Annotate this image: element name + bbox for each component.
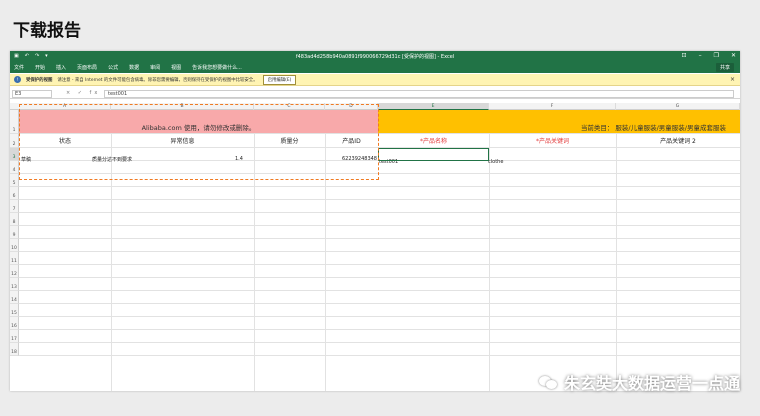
protected-view-bar: ! 受保护的视图 请注意 - 来自 Internet 的文件可能包含病毒。除非您…: [10, 74, 740, 86]
protected-view-title: 受保护的视图: [26, 77, 53, 83]
excel-window: ▣ ↶ ↷ ▾ f483ad4d258b940a0891f990066729d3…: [10, 51, 740, 391]
row-header-17[interactable]: 17: [10, 330, 19, 343]
row-header-13[interactable]: 13: [10, 278, 19, 291]
enable-editing-button[interactable]: 启用编辑(E): [262, 74, 297, 85]
column-gridline: [616, 134, 617, 391]
current-category: 当前类目： 服装/儿童服装/男童服装/男童成套服装: [580, 124, 726, 132]
title-bar: ▣ ↶ ↷ ▾ f483ad4d258b940a0891f990066729d3…: [10, 51, 740, 62]
formula-bar: E3 × ✓ fx test001: [10, 89, 740, 99]
window-controls: ⊡ – ❐ ✕: [682, 52, 736, 59]
column-header-e[interactable]: E: [378, 103, 489, 110]
row-header-9[interactable]: 9: [10, 226, 19, 239]
column-gridline: [489, 134, 490, 391]
row-gridline: [19, 238, 740, 239]
row-header-14[interactable]: 14: [10, 291, 19, 304]
row-header-4[interactable]: 4: [10, 161, 19, 174]
tell-me-search[interactable]: 告诉我您想要做什么...: [192, 64, 242, 71]
formula-buttons: × ✓ fx: [66, 90, 101, 96]
tab-insert[interactable]: 插入: [56, 64, 66, 71]
row-gridline: [19, 303, 740, 304]
watermark-text: 朱玄奘大数据运营一点通: [563, 374, 740, 393]
row-header-1[interactable]: 1: [10, 110, 19, 134]
row-gridline: [19, 277, 740, 278]
worksheet-grid[interactable]: A B C D E F G Alibaba.com 使用，请勿修改或删除。 当前…: [10, 103, 740, 391]
name-box[interactable]: E3: [12, 90, 52, 98]
header-product-name: *产品名称: [419, 138, 447, 145]
header-product-keyword-2: 产品关键词 2: [660, 138, 696, 145]
watermark: 朱玄奘大数据运营一点通: [538, 370, 740, 394]
column-header-g[interactable]: G: [616, 103, 740, 110]
tab-data[interactable]: 数据: [129, 64, 139, 71]
row-gridline: [19, 186, 740, 187]
minimize-icon[interactable]: –: [699, 52, 702, 59]
restore-icon[interactable]: ❐: [714, 52, 719, 59]
row-header-3[interactable]: 3: [10, 148, 19, 161]
tab-file[interactable]: 文件: [14, 64, 24, 71]
row-header-18[interactable]: 18: [10, 343, 19, 356]
tab-home[interactable]: 开始: [35, 64, 45, 71]
row-gridline: [19, 342, 740, 343]
row-gridline: [19, 212, 740, 213]
formula-input[interactable]: test001: [104, 90, 734, 98]
protected-view-message: 请注意 - 来自 Internet 的文件可能包含病毒。除非您需要编辑，否则保持…: [57, 77, 258, 83]
row-header-2[interactable]: 2: [10, 134, 19, 148]
row-gridline: [19, 251, 740, 252]
row-header-15[interactable]: 15: [10, 304, 19, 317]
row-header-8[interactable]: 8: [10, 213, 19, 226]
row-gridline: [19, 355, 740, 356]
row-header-7[interactable]: 7: [10, 200, 19, 213]
selected-cell-e3[interactable]: [378, 148, 489, 161]
row-gridline: [19, 316, 740, 317]
tab-review[interactable]: 审阅: [150, 64, 160, 71]
tab-view[interactable]: 视图: [171, 64, 181, 71]
close-icon[interactable]: ✕: [731, 52, 736, 59]
row-header-5[interactable]: 5: [10, 174, 19, 187]
row-gridline: [19, 225, 740, 226]
row-header-12[interactable]: 12: [10, 265, 19, 278]
row-gridline: [19, 329, 740, 330]
highlight-dashed-box: [19, 104, 379, 180]
header-product-keyword: *产品关键词: [535, 138, 569, 145]
row-gridline: [19, 290, 740, 291]
row-header-11[interactable]: 11: [10, 252, 19, 265]
row-header-6[interactable]: 6: [10, 187, 19, 200]
shield-icon: !: [14, 76, 21, 83]
page-title: 下载报告: [13, 21, 81, 41]
row-gridline: [19, 199, 740, 200]
wechat-icon: [538, 374, 559, 390]
tab-formulas[interactable]: 公式: [108, 64, 118, 71]
cell-product-keyword[interactable]: clothe: [488, 159, 503, 165]
close-icon[interactable]: ×: [730, 76, 735, 83]
column-header-f[interactable]: F: [489, 103, 616, 110]
tab-page-layout[interactable]: 页面布局: [77, 64, 97, 71]
row-gridline: [19, 264, 740, 265]
ribbon-tabs: 文件 开始 插入 页面布局 公式 数据 审阅 视图 告诉我您想要做什么... 共…: [10, 62, 740, 73]
share-button[interactable]: 共享: [715, 63, 734, 72]
row-header-10[interactable]: 10: [10, 239, 19, 252]
document-title: f483ad4d258b940a0891f990066729d31c [受保护的…: [295, 54, 455, 60]
ribbon-display-icon[interactable]: ⊡: [682, 52, 687, 59]
row-header-16[interactable]: 16: [10, 317, 19, 330]
